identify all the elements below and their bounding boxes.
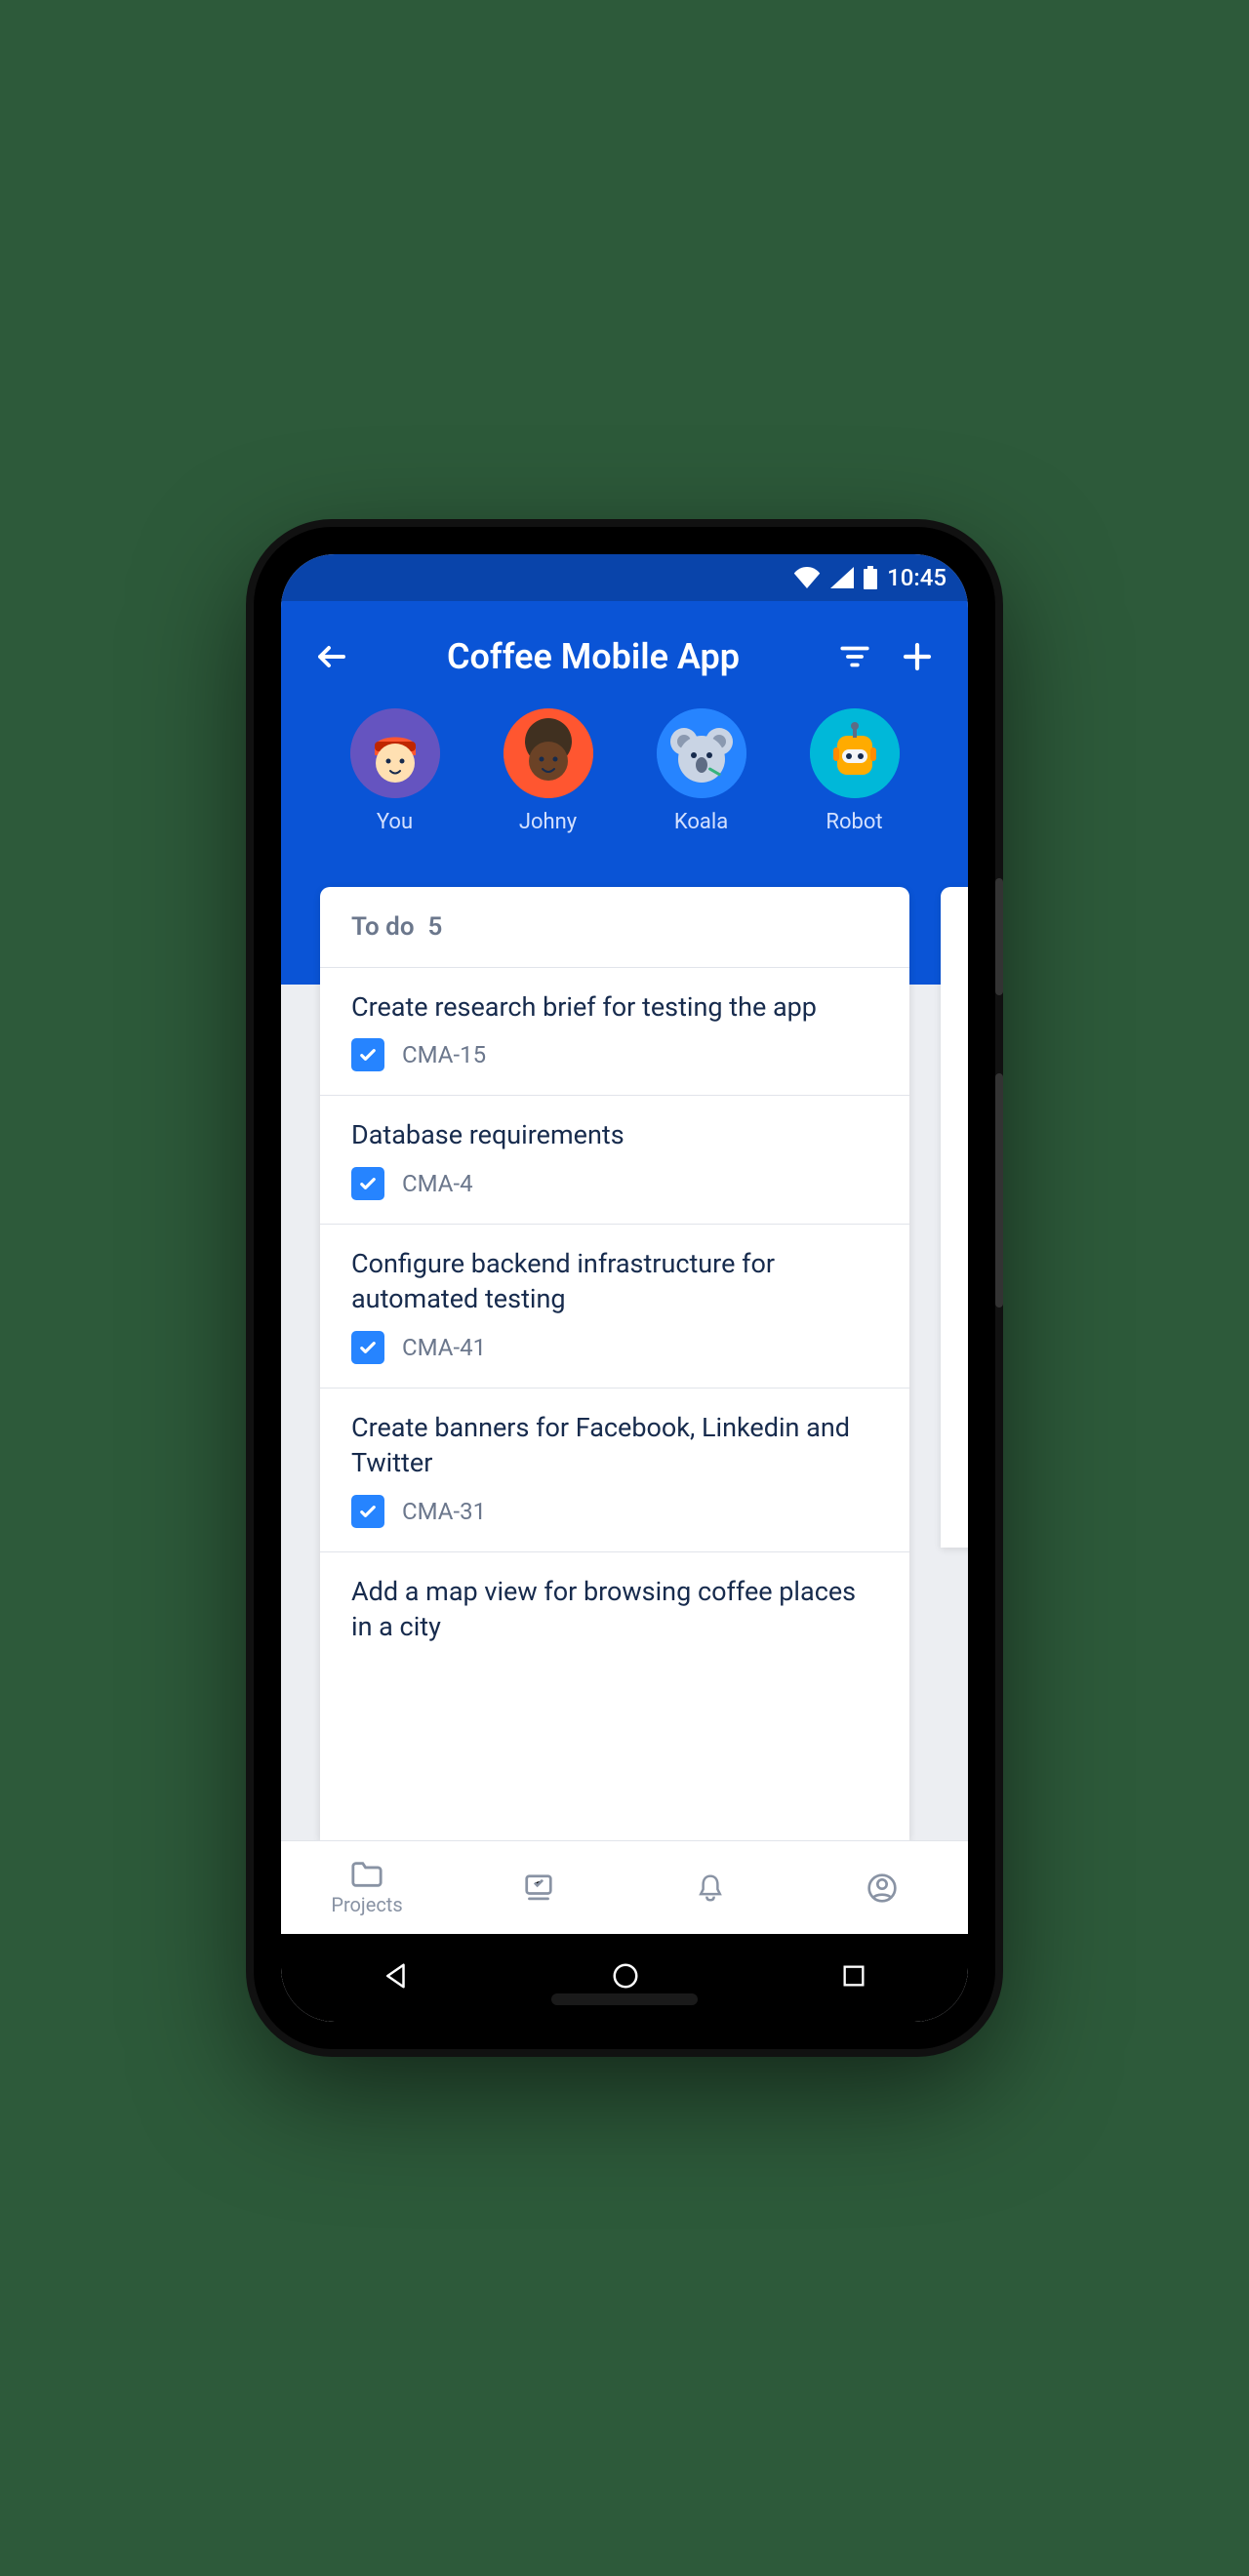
avatar bbox=[657, 708, 746, 798]
issue-key: CMA-15 bbox=[402, 1041, 486, 1068]
assignee-label: Koala bbox=[674, 810, 728, 834]
tab-projects[interactable]: Projects bbox=[281, 1841, 453, 1934]
screen: 10:45 Coffee Mobile App bbox=[281, 554, 968, 2022]
column-header: To do 5 bbox=[320, 887, 909, 967]
board[interactable]: To do 5 Create research brief for testin… bbox=[281, 867, 968, 1840]
issue-title: Add a map view for browsing coffee place… bbox=[351, 1574, 878, 1645]
issue-key: CMA-4 bbox=[402, 1170, 473, 1197]
task-icon bbox=[351, 1167, 384, 1200]
folder-icon bbox=[350, 1860, 383, 1889]
issue-card[interactable]: Configure backend infrastructure for aut… bbox=[320, 1224, 909, 1388]
app-header: Coffee Mobile App You bbox=[281, 601, 968, 867]
issue-title: Configure backend infrastructure for aut… bbox=[351, 1246, 878, 1317]
add-button[interactable] bbox=[894, 633, 941, 680]
assignee-label: Robot bbox=[826, 810, 882, 834]
tab-boards[interactable] bbox=[453, 1841, 624, 1934]
side-button bbox=[995, 878, 1003, 995]
assignee-you[interactable]: You bbox=[350, 708, 440, 834]
assignee-label: Johny bbox=[519, 810, 577, 834]
task-icon bbox=[351, 1038, 384, 1071]
assignee-row: You Johny Koala bbox=[308, 691, 941, 867]
issue-card[interactable]: Create research brief for testing the ap… bbox=[320, 967, 909, 1095]
issue-card[interactable]: Database requirements CMA-4 bbox=[320, 1095, 909, 1223]
avatar bbox=[810, 708, 900, 798]
board-icon bbox=[522, 1873, 555, 1903]
tab-label: Projects bbox=[331, 1893, 402, 1916]
issue-card[interactable]: Create banners for Facebook, Linkedin an… bbox=[320, 1388, 909, 1551]
assignee-label: You bbox=[377, 810, 413, 834]
battery-icon bbox=[864, 566, 877, 589]
nav-back[interactable] bbox=[382, 1961, 411, 1994]
bell-icon bbox=[696, 1872, 725, 1904]
wifi-icon bbox=[793, 567, 821, 588]
issue-title: Create banners for Facebook, Linkedin an… bbox=[351, 1410, 878, 1481]
tab-notifications[interactable] bbox=[624, 1841, 796, 1934]
nav-home[interactable] bbox=[611, 1961, 640, 1994]
phone-mock: 10:45 Coffee Mobile App bbox=[254, 527, 995, 2049]
signal-icon bbox=[830, 567, 854, 588]
profile-icon bbox=[866, 1872, 898, 1904]
task-icon bbox=[351, 1495, 384, 1528]
tab-profile[interactable] bbox=[796, 1841, 968, 1934]
issue-title: Create research brief for testing the ap… bbox=[351, 989, 878, 1025]
bottom-tabbar: Projects bbox=[281, 1840, 968, 1934]
assignee-robot[interactable]: Robot bbox=[810, 708, 900, 834]
plus-icon bbox=[900, 639, 935, 674]
side-button bbox=[995, 1073, 1003, 1308]
status-time: 10:45 bbox=[887, 564, 947, 591]
issue-title: Database requirements bbox=[351, 1117, 878, 1152]
assignee-koala[interactable]: Koala bbox=[657, 708, 746, 834]
issue-key: CMA-41 bbox=[402, 1334, 486, 1361]
next-column-peek[interactable] bbox=[941, 887, 968, 1548]
arrow-left-icon bbox=[314, 639, 349, 674]
nav-recents[interactable] bbox=[840, 1962, 867, 1993]
avatar bbox=[504, 708, 593, 798]
filter-icon bbox=[838, 640, 871, 673]
column-todo: To do 5 Create research brief for testin… bbox=[320, 887, 909, 1840]
task-icon bbox=[351, 1331, 384, 1364]
issue-key: CMA-31 bbox=[402, 1498, 486, 1525]
filter-button[interactable] bbox=[831, 633, 878, 680]
assignee-johny[interactable]: Johny bbox=[504, 708, 593, 834]
page-title: Coffee Mobile App bbox=[371, 636, 816, 677]
column-name: To do bbox=[351, 912, 415, 942]
back-button[interactable] bbox=[308, 633, 355, 680]
avatar bbox=[350, 708, 440, 798]
speaker-bottom bbox=[551, 1993, 698, 2005]
status-bar: 10:45 bbox=[281, 554, 968, 601]
issue-card[interactable]: Add a map view for browsing coffee place… bbox=[320, 1551, 909, 1682]
android-navbar bbox=[281, 1934, 968, 2022]
column-count: 5 bbox=[428, 912, 443, 942]
card-list: Create research brief for testing the ap… bbox=[320, 967, 909, 1840]
